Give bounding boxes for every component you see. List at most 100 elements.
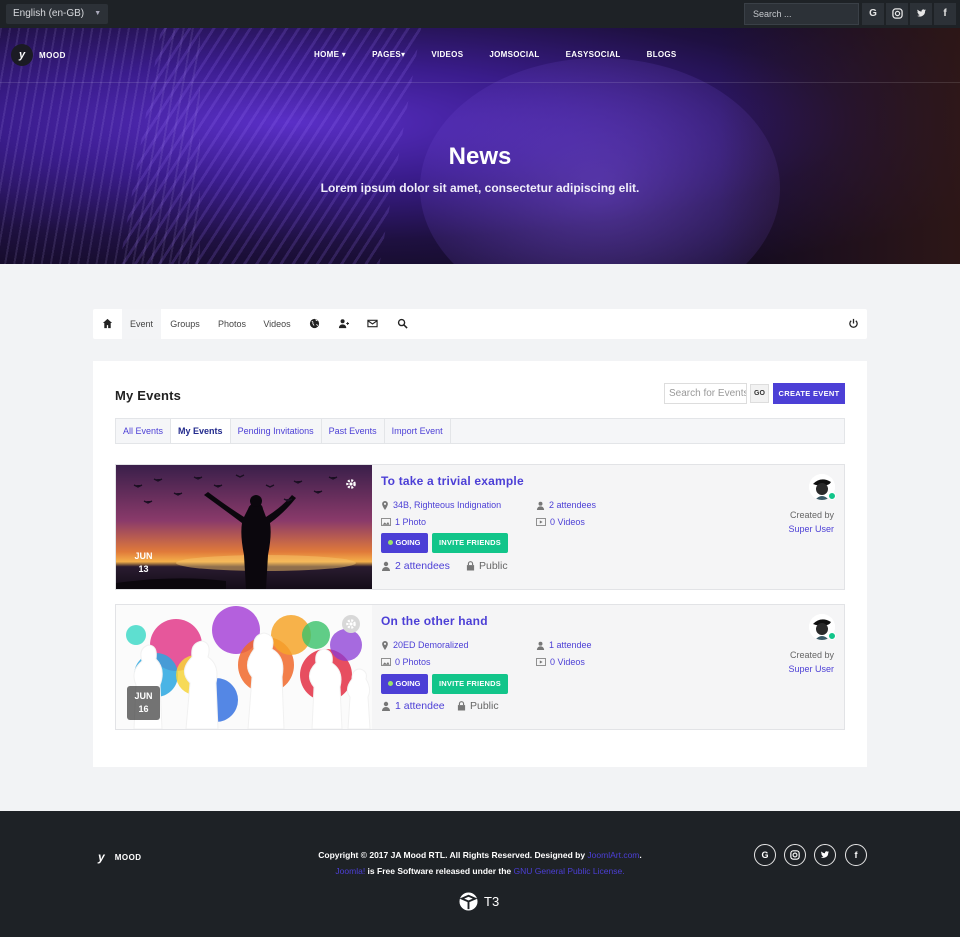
logo-mark: y (11, 44, 33, 66)
site-footer: y MOOD Copyright © 2017 JA Mood RTL. All… (0, 811, 960, 937)
site-logo[interactable]: y MOOD (11, 44, 66, 66)
event-photos[interactable]: 1 Photo (381, 517, 426, 527)
instagram-icon[interactable] (784, 844, 806, 866)
event-photos[interactable]: 0 Photos (381, 657, 431, 667)
tab-event[interactable]: Event (122, 309, 161, 339)
chevron-down-icon: ▾ (400, 50, 406, 59)
event-date-badge: JUN 16 (127, 686, 160, 720)
language-select[interactable]: English (en-GB) ▼ (6, 4, 109, 24)
event-location[interactable]: 34B, Righteous Indignation (381, 500, 501, 510)
license-link[interactable]: GNU General Public License. (514, 866, 625, 876)
filter-all-events[interactable]: All Events (116, 419, 172, 443)
chevron-down-icon: ▾ (341, 50, 347, 59)
video-icon (536, 518, 546, 526)
nav-home[interactable]: HOME ▾ (314, 50, 346, 59)
designer-link[interactable]: JoomlArt.com (587, 850, 639, 860)
google-icon[interactable]: G (862, 3, 884, 25)
lock-icon (457, 701, 466, 711)
section-title: My Events (115, 388, 182, 403)
event-privacy: Public (457, 700, 499, 712)
online-status-badge (828, 632, 836, 640)
globe-icon[interactable] (309, 318, 320, 329)
community-toolbar: Event Groups Photos Videos (93, 309, 867, 339)
home-icon[interactable] (102, 318, 113, 329)
search-icon[interactable] (397, 318, 408, 329)
facebook-icon[interactable]: f (845, 844, 867, 866)
main-nav: HOME ▾ PAGES▾ VIDEOS JOMSOCIAL EASYSOCIA… (314, 50, 703, 59)
create-event-button[interactable]: CREATE EVENT (773, 383, 845, 404)
nav-pages[interactable]: PAGES▾ (372, 50, 405, 59)
filter-pending-invitations[interactable]: Pending Invitations (231, 419, 322, 443)
tab-photos[interactable]: Photos (212, 309, 252, 339)
mail-icon[interactable] (367, 318, 378, 329)
event-day: 16 (138, 704, 149, 714)
page-subtitle: Lorem ipsum dolor sit amet, consectetur … (320, 181, 640, 195)
event-attendees-count[interactable]: 1 attendee (536, 640, 592, 650)
filter-past-events[interactable]: Past Events (322, 419, 385, 443)
filter-import-event[interactable]: Import Event (385, 419, 451, 443)
friends-icon[interactable] (338, 318, 349, 329)
gear-icon[interactable] (342, 475, 360, 493)
event-search-placeholder: Search for Events (669, 388, 747, 399)
tab-videos[interactable]: Videos (258, 309, 296, 339)
facebook-icon[interactable]: f (934, 3, 956, 25)
tab-groups[interactable]: Groups (165, 309, 205, 339)
image-icon (381, 518, 391, 526)
invite-friends-button[interactable]: INVITE FRIENDS (432, 533, 508, 553)
going-button[interactable]: GOING (381, 674, 428, 694)
twitter-icon[interactable] (814, 844, 836, 866)
go-button[interactable]: GO (750, 384, 769, 403)
creator-link[interactable]: Super User (788, 522, 834, 536)
event-attendees[interactable]: 1 attendee (381, 700, 445, 712)
logo-text: MOOD (39, 50, 66, 60)
created-by: Created by Super User (788, 648, 834, 676)
nav-easysocial[interactable]: EASYSOCIAL (566, 50, 621, 59)
event-title[interactable]: On the other hand (381, 614, 488, 628)
image-icon (381, 658, 391, 666)
event-cover-image[interactable]: JUN 16 (116, 605, 372, 729)
filter-my-events[interactable]: My Events (171, 419, 231, 443)
power-icon[interactable] (848, 318, 859, 329)
event-privacy: Public (466, 560, 508, 572)
user-icon (382, 561, 390, 571)
top-bar: English (en-GB) ▼ Search ... G f (0, 0, 960, 28)
language-value: English (en-GB) (13, 8, 85, 19)
event-search-input[interactable]: Search for Events (664, 383, 747, 404)
instagram-icon[interactable] (886, 3, 908, 25)
event-location[interactable]: 20ED Demoralized (381, 640, 469, 650)
status-dot-icon (388, 681, 394, 686)
event-month: JUN (134, 691, 153, 701)
map-pin-icon (382, 640, 388, 650)
creator-link[interactable]: Super User (788, 662, 834, 676)
t3-framework-logo[interactable]: T3 (459, 892, 499, 911)
nav-videos[interactable]: VIDEOS (431, 50, 463, 59)
google-icon[interactable]: G (754, 844, 776, 866)
search-input[interactable]: Search ... (744, 3, 859, 25)
going-button[interactable]: GOING (381, 533, 428, 553)
gear-icon[interactable] (342, 615, 360, 633)
status-dot-icon (388, 540, 394, 545)
t3-label: T3 (484, 894, 500, 909)
nav-divider (0, 82, 960, 83)
user-icon (536, 501, 545, 510)
event-videos[interactable]: 0 Videos (536, 657, 585, 667)
nav-blogs[interactable]: BLOGS (647, 50, 677, 59)
event-cover-image[interactable]: JUN 13 (116, 465, 372, 589)
twitter-icon[interactable] (910, 3, 932, 25)
online-status-badge (828, 492, 836, 500)
event-attendees-count[interactable]: 2 attendees (536, 500, 596, 510)
map-pin-icon (382, 500, 388, 510)
nav-jomsocial[interactable]: JOMSOCIAL (489, 50, 539, 59)
event-date-badge: JUN 13 (127, 546, 160, 580)
chevron-down-icon: ▼ (94, 10, 102, 17)
event-videos[interactable]: 0 Videos (536, 517, 585, 527)
hero-banner: y MOOD HOME ▾ PAGES▾ VIDEOS JOMSOCIAL EA… (0, 28, 960, 264)
page-title: News (448, 143, 512, 170)
user-icon (536, 641, 545, 650)
joomla-link[interactable]: Joomla! (335, 866, 365, 876)
user-icon (382, 701, 390, 711)
event-attendees[interactable]: 2 attendees (381, 560, 450, 572)
video-icon (536, 658, 546, 666)
invite-friends-button[interactable]: INVITE FRIENDS (432, 674, 508, 694)
event-title[interactable]: To take a trivial example (381, 474, 524, 488)
